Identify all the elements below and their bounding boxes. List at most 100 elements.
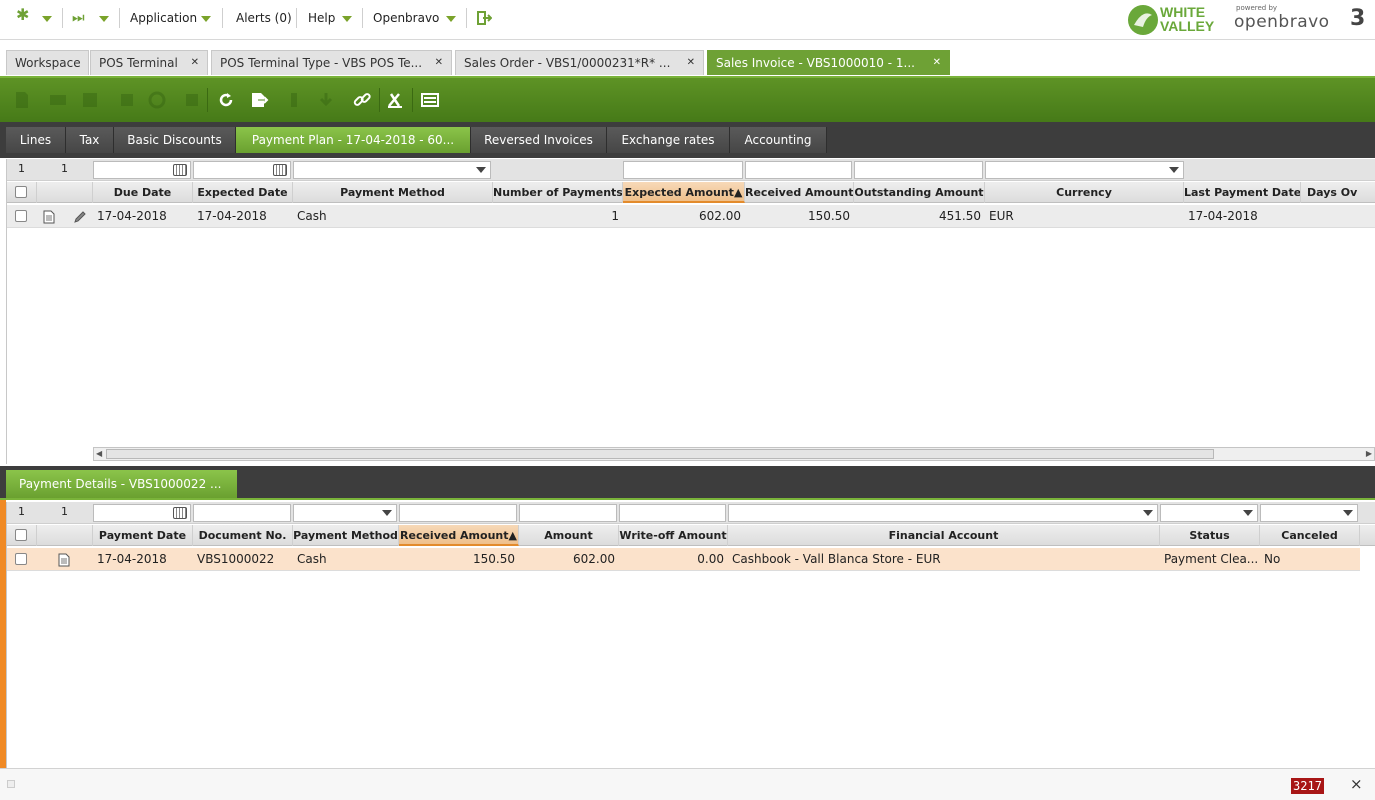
user-menu[interactable]: Openbravo: [373, 10, 439, 26]
select-all-checkbox[interactable]: [15, 186, 27, 198]
column-header-last-payment-date[interactable]: Last Payment Date: [1184, 182, 1301, 203]
close-tab-icon[interactable]: ✕: [191, 51, 199, 75]
column-header-amount[interactable]: Amount: [519, 525, 619, 546]
document-icon[interactable]: [58, 553, 70, 570]
due-date-filter[interactable]: [93, 161, 191, 179]
column-header-received-amount[interactable]: Received Amount▲: [399, 525, 519, 546]
delete-icon[interactable]: [182, 90, 202, 110]
payment-date-filter[interactable]: [93, 504, 191, 522]
alerts-link[interactable]: Alerts (0): [236, 10, 292, 26]
tools-icon[interactable]: [385, 90, 405, 110]
help-dropdown-icon[interactable]: [342, 10, 352, 26]
outstanding-amount-filter[interactable]: [854, 161, 983, 179]
horizontal-scrollbar[interactable]: ◀ ▶: [93, 447, 1375, 461]
payment-method-filter[interactable]: [293, 161, 491, 179]
amount-filter[interactable]: [519, 504, 617, 522]
new-document-icon[interactable]: [12, 90, 32, 110]
close-tab-icon[interactable]: ✕: [435, 51, 443, 75]
expected-amount-filter[interactable]: [623, 161, 743, 179]
column-header-days-overdue[interactable]: Days Ov: [1301, 182, 1375, 203]
calendar-icon[interactable]: [173, 164, 187, 176]
recent-views-dropdown-icon[interactable]: [99, 10, 109, 26]
column-header-document-no[interactable]: Document No.: [193, 525, 293, 546]
subtab-tax[interactable]: Tax: [66, 127, 114, 153]
received-amount-filter[interactable]: [745, 161, 852, 179]
column-header-financial-account[interactable]: Financial Account: [728, 525, 1160, 546]
grid-view-icon[interactable]: [420, 90, 440, 110]
new-row-icon[interactable]: [48, 90, 68, 110]
scroll-left-icon[interactable]: ◀: [96, 449, 102, 458]
chevron-down-icon[interactable]: [1143, 510, 1153, 516]
column-header-received-amount[interactable]: Received Amount: [745, 182, 854, 203]
logout-icon[interactable]: [476, 10, 493, 26]
attach-icon[interactable]: [284, 90, 304, 110]
subtab-lines[interactable]: Lines: [6, 127, 66, 153]
select-all-checkbox[interactable]: [15, 529, 27, 541]
save-close-icon[interactable]: [118, 90, 138, 110]
column-header-currency[interactable]: Currency: [985, 182, 1184, 203]
currency-filter[interactable]: [985, 161, 1184, 179]
export-icon[interactable]: [249, 90, 269, 110]
status-filter[interactable]: [1160, 504, 1258, 522]
refresh-icon[interactable]: [216, 90, 236, 110]
tab-pos-terminal-type[interactable]: POS Terminal Type - VBS POS Te... ✕: [211, 50, 452, 75]
tab-sales-order[interactable]: Sales Order - VBS1/0000231*R* ... ✕: [455, 50, 704, 75]
column-header-number-of-payments[interactable]: Number of Payments: [493, 182, 623, 203]
column-header-status[interactable]: Status: [1160, 525, 1260, 546]
column-header-writeoff-amount[interactable]: Write-off Amount: [619, 525, 728, 546]
print-icon[interactable]: [316, 90, 336, 110]
quick-launch-icon[interactable]: ✱: [16, 7, 29, 23]
subtab-accounting[interactable]: Accounting: [730, 127, 827, 153]
user-dropdown-icon[interactable]: [446, 10, 456, 26]
quick-launch-dropdown-icon[interactable]: [42, 10, 52, 26]
subtab-exchange-rates[interactable]: Exchange rates: [607, 127, 730, 153]
column-header-outstanding-amount[interactable]: Outstanding Amount: [854, 182, 985, 203]
application-dropdown-icon[interactable]: [201, 10, 211, 26]
chevron-down-icon[interactable]: [1343, 510, 1353, 516]
column-header-payment-date[interactable]: Payment Date: [93, 525, 193, 546]
link-icon[interactable]: [352, 90, 372, 110]
chevron-down-icon[interactable]: [1169, 167, 1179, 173]
chevron-down-icon[interactable]: [1243, 510, 1253, 516]
tab-pos-terminal[interactable]: POS Terminal ✕: [90, 50, 208, 75]
save-icon[interactable]: [80, 90, 100, 110]
close-tab-icon[interactable]: ✕: [687, 51, 695, 75]
table-row[interactable]: 17-04-2018 17-04-2018 Cash 1 602.00 150.…: [7, 205, 1375, 228]
scrollbar-thumb[interactable]: [106, 449, 1214, 459]
undo-icon[interactable]: [147, 90, 167, 110]
received-amount-filter[interactable]: [399, 504, 517, 522]
writeoff-amount-filter[interactable]: [619, 504, 726, 522]
edit-pencil-icon[interactable]: [73, 210, 87, 227]
expected-date-filter[interactable]: [193, 161, 291, 179]
table-row[interactable]: 17-04-2018 VBS1000022 Cash 150.50 602.00…: [7, 548, 1360, 571]
subtab-payment-plan[interactable]: Payment Plan - 17-04-2018 - 60...: [236, 127, 471, 153]
subtab-basic-discounts[interactable]: Basic Discounts: [114, 127, 236, 153]
scroll-right-icon[interactable]: ▶: [1366, 449, 1372, 458]
tab-payment-details[interactable]: Payment Details - VBS1000022 ...: [6, 470, 237, 498]
tab-workspace[interactable]: Workspace: [6, 50, 89, 75]
canceled-filter[interactable]: [1260, 504, 1358, 522]
financial-account-filter[interactable]: [728, 504, 1158, 522]
chevron-down-icon[interactable]: [382, 510, 392, 516]
subtab-reversed-invoices[interactable]: Reversed Invoices: [471, 127, 607, 153]
resize-handle-icon[interactable]: [7, 780, 15, 788]
calendar-icon[interactable]: [173, 507, 187, 519]
column-header-payment-method[interactable]: Payment Method: [293, 525, 399, 546]
close-tab-icon[interactable]: ✕: [933, 51, 941, 75]
document-no-filter[interactable]: [193, 504, 291, 522]
column-header-expected-date[interactable]: Expected Date: [193, 182, 293, 203]
application-menu[interactable]: Application: [130, 10, 197, 26]
document-icon[interactable]: [43, 210, 55, 227]
row-checkbox[interactable]: [15, 210, 27, 222]
tab-sales-invoice[interactable]: Sales Invoice - VBS1000010 - 1... ✕: [707, 50, 950, 75]
close-icon[interactable]: ×: [1350, 775, 1363, 793]
column-header-canceled[interactable]: Canceled: [1260, 525, 1360, 546]
chevron-down-icon[interactable]: [476, 167, 486, 173]
row-checkbox[interactable]: [15, 553, 27, 565]
column-header-expected-amount[interactable]: Expected Amount▲: [623, 182, 745, 203]
calendar-icon[interactable]: [273, 164, 287, 176]
column-header-payment-method[interactable]: Payment Method: [293, 182, 493, 203]
help-menu[interactable]: Help: [308, 10, 335, 26]
recent-views-icon[interactable]: ⏭: [72, 10, 85, 26]
column-header-due-date[interactable]: Due Date: [93, 182, 193, 203]
